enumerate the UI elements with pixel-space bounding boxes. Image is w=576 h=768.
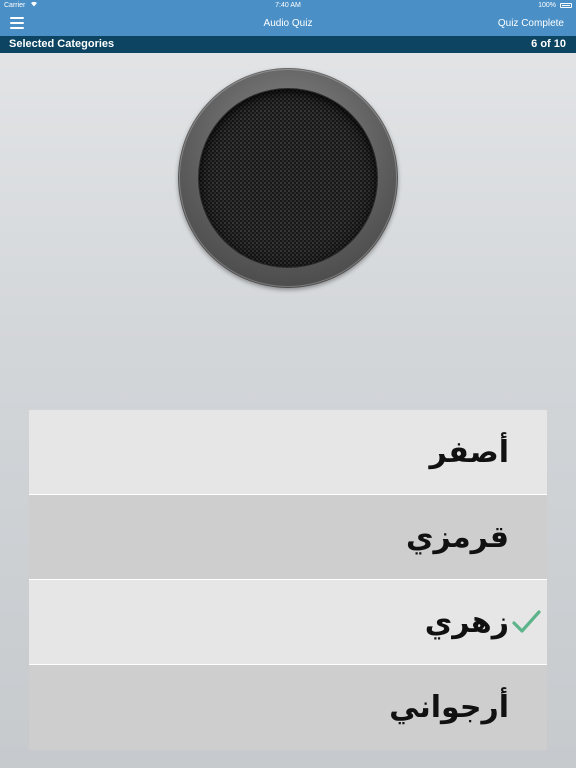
battery-percentage: 100% [538,2,556,9]
answer-text: أصفر [429,435,509,470]
checkmark-icon [512,610,541,633]
question-progress: 6 of 10 [531,38,566,50]
status-bar: Carrier 7:40 AM 100% [0,0,576,11]
answer-text: قرمزي [405,520,509,555]
answer-option-3[interactable]: زهري [29,580,547,665]
answer-list: أصفر قرمزي زهري أرجواني [29,410,547,750]
status-time: 7:40 AM [275,2,301,9]
answer-text: زهري [424,605,509,640]
quiz-complete-button[interactable]: Quiz Complete [498,11,564,36]
category-bar: Selected Categories 6 of 10 [0,36,576,53]
page-title: Audio Quiz [263,18,313,29]
answer-option-2[interactable]: قرمزي [29,495,547,580]
battery-icon [560,3,572,8]
hamburger-menu-icon[interactable] [10,17,24,29]
nav-bar: Audio Quiz Quiz Complete [0,11,576,36]
answer-option-4[interactable]: أرجواني [29,665,547,750]
speaker-icon [199,89,377,267]
answer-text: أرجواني [389,690,509,725]
speaker-play-button[interactable] [178,68,398,288]
answer-option-1[interactable]: أصفر [29,410,547,495]
selected-categories-label: Selected Categories [9,38,115,50]
